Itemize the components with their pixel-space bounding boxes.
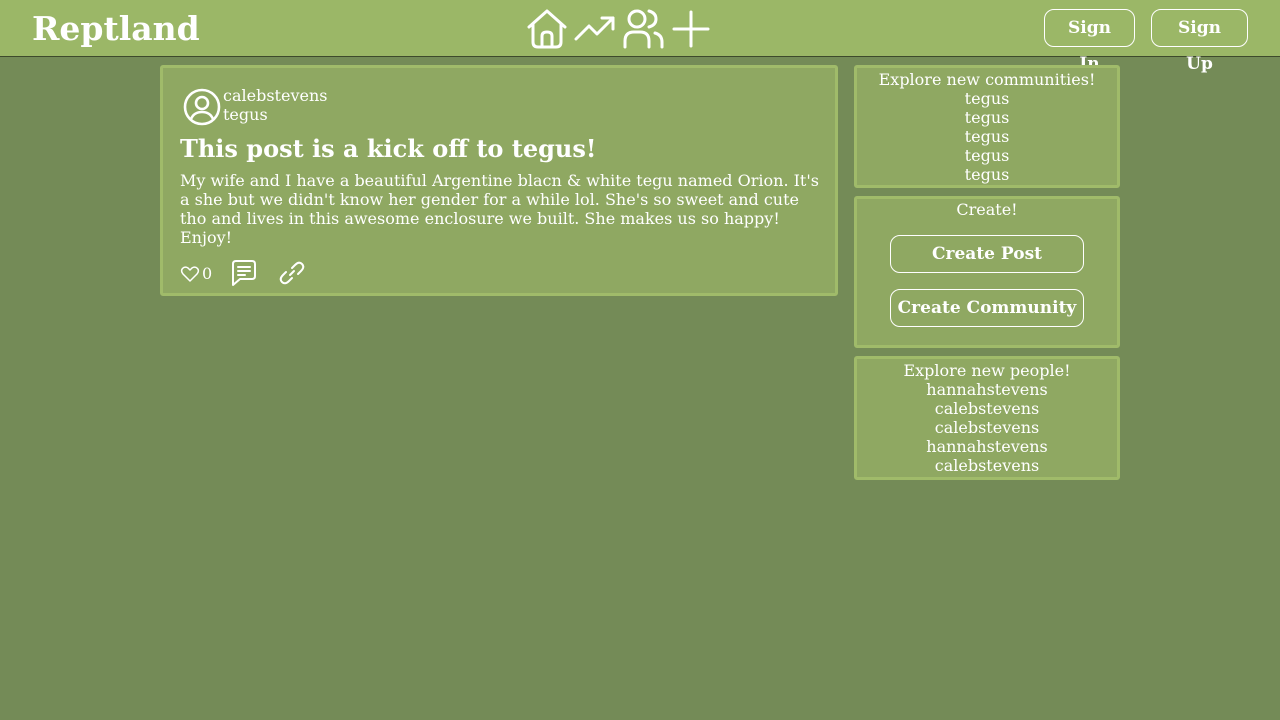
post-title[interactable]: This post is a kick off to tegus! (180, 134, 596, 164)
home-icon[interactable] (526, 8, 568, 50)
community-link[interactable]: tegus (857, 165, 1117, 184)
like-button[interactable]: 0 (180, 263, 212, 285)
people-list: hannahstevens calebstevens calebstevens … (857, 380, 1117, 475)
post-author[interactable]: calebstevens (223, 86, 327, 105)
like-count: 0 (202, 264, 213, 283)
create-heading: Create! (956, 200, 1018, 219)
communities-list: tegus tegus tegus tegus tegus (857, 89, 1117, 184)
create-card: Create! Create Post Create Community (854, 196, 1120, 348)
sign-up-button[interactable]: Sign Up (1151, 9, 1248, 74)
communities-heading: Explore new communities! (878, 70, 1096, 89)
link-icon[interactable] (278, 259, 306, 287)
avatar-icon[interactable] (183, 88, 221, 126)
brand-logo[interactable]: Reptland (32, 9, 200, 49)
heart-icon (180, 264, 200, 284)
person-link[interactable]: calebstevens (857, 418, 1117, 437)
post-card: calebstevens tegus This post is a kick o… (160, 65, 838, 296)
sign-in-button[interactable]: Sign In (1044, 9, 1135, 74)
plus-icon[interactable] (670, 8, 712, 50)
community-link[interactable]: tegus (857, 89, 1117, 108)
trending-icon[interactable] (574, 8, 616, 50)
person-link[interactable]: hannahstevens (857, 380, 1117, 399)
post-community[interactable]: tegus (223, 105, 268, 124)
create-post-button[interactable]: Create Post (890, 235, 1084, 273)
community-link[interactable]: tegus (857, 108, 1117, 127)
person-link[interactable]: hannahstevens (857, 437, 1117, 456)
people-heading: Explore new people! (903, 361, 1071, 380)
person-link[interactable]: calebstevens (857, 456, 1117, 475)
create-community-button[interactable]: Create Community (890, 289, 1084, 327)
person-link[interactable]: calebstevens (857, 399, 1117, 418)
community-link[interactable]: tegus (857, 146, 1117, 165)
people-icon[interactable] (622, 8, 664, 50)
top-navbar: Reptland Sign In Sign Up (0, 0, 1280, 74)
post-body: My wife and I have a beautiful Argentine… (180, 171, 819, 247)
comment-icon[interactable] (230, 259, 258, 287)
people-card: Explore new people! hannahstevens calebs… (854, 356, 1120, 480)
communities-card: Explore new communities! tegus tegus teg… (854, 65, 1120, 188)
community-link[interactable]: tegus (857, 127, 1117, 146)
